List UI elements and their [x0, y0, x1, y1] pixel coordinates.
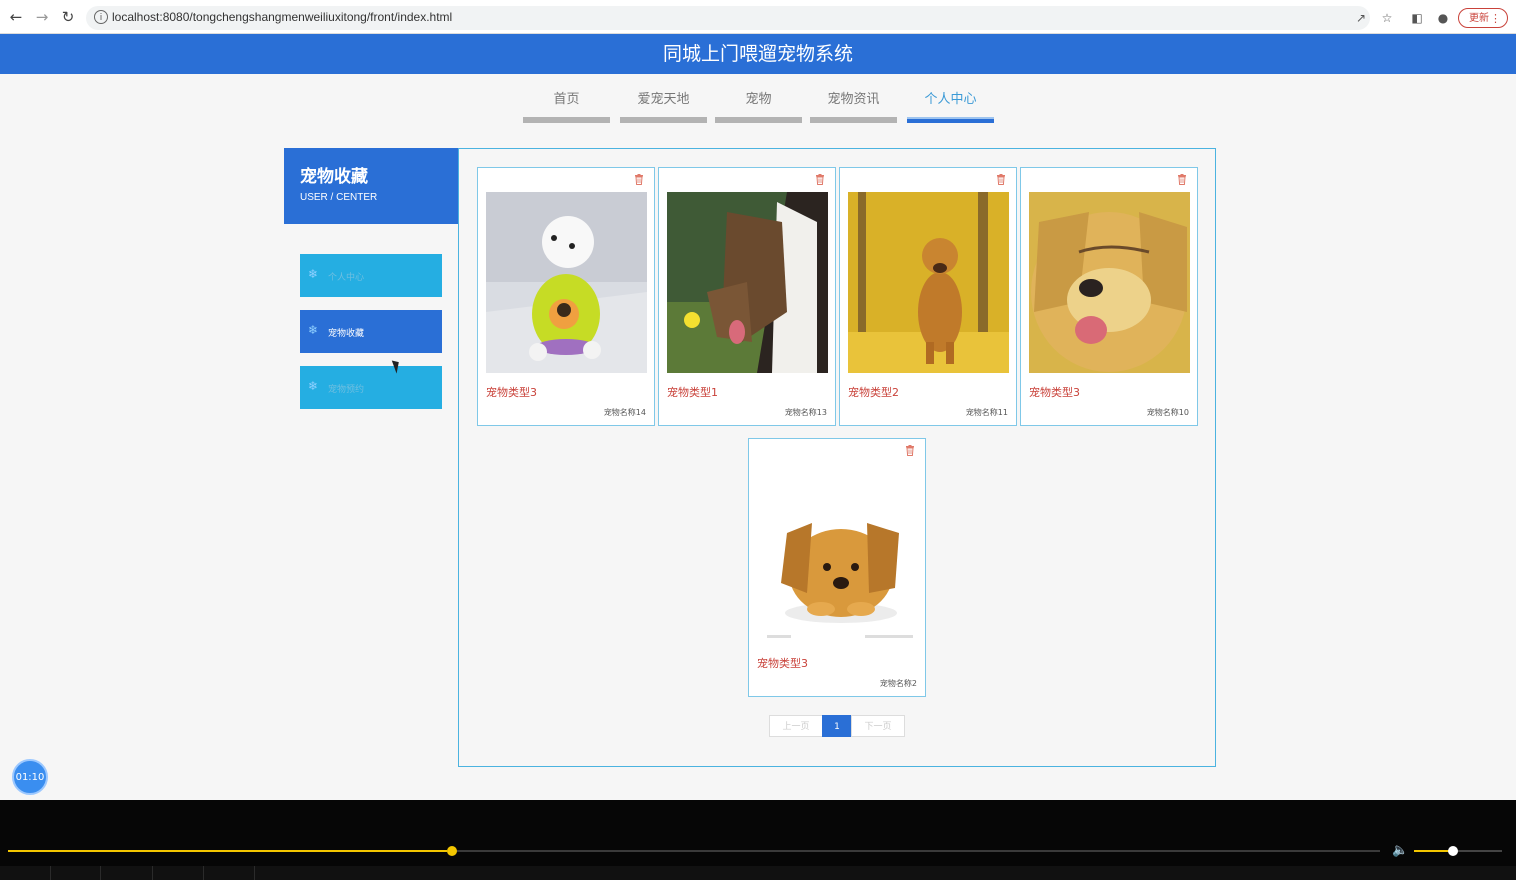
sidebar-title: 宠物收藏: [300, 167, 368, 187]
volume-icon[interactable]: 🔈: [1392, 843, 1408, 858]
browser-toolbar: ← → ↻ i localhost:8080/tongchengshangmen…: [0, 0, 1516, 34]
seek-handle[interactable]: [447, 846, 457, 856]
star-icon[interactable]: ☆: [1380, 11, 1394, 25]
web-page: 同城上门喂遛宠物系统 首页 爱宠天地 宠物 宠物资讯 个人中心 宠物收藏 USE…: [0, 34, 1516, 800]
pet-photo-golden-puppy[interactable]: [757, 463, 918, 644]
address-bar[interactable]: i localhost:8080/tongchengshangmenweiliu…: [86, 6, 1370, 30]
player-controls-row: [0, 866, 1516, 880]
seek-bar-progress: [8, 850, 448, 852]
volume-level: [1414, 850, 1450, 852]
pet-photo-golden-retriever-autumn[interactable]: [848, 192, 1009, 373]
pet-type-label: 宠物类型3: [486, 386, 537, 399]
pet-name-label: 宠物名称11: [965, 408, 1008, 417]
update-label: 更新: [1469, 13, 1489, 24]
forward-arrow-icon[interactable]: →: [34, 9, 50, 25]
pet-card[interactable]: 宠物类型3 宠物名称14: [477, 167, 655, 426]
sidebar-header: 宠物收藏 USER / CENTER: [284, 148, 458, 224]
pet-card[interactable]: 宠物类型3 宠物名称2: [748, 438, 926, 697]
trash-icon[interactable]: [996, 174, 1006, 185]
volume-slider[interactable]: [1414, 850, 1502, 852]
pet-type-label: 宠物类型3: [1029, 386, 1080, 399]
sidebar-subtitle: USER / CENTER: [300, 192, 378, 203]
seek-bar[interactable]: [8, 850, 1380, 852]
side-panel-icon[interactable]: ◧: [1410, 11, 1424, 25]
trash-icon[interactable]: [634, 174, 644, 185]
reload-icon[interactable]: ↻: [60, 9, 76, 25]
snowflake-icon: ❄: [308, 323, 319, 337]
back-arrow-icon[interactable]: ←: [8, 9, 24, 25]
pet-type-label: 宠物类型1: [667, 386, 718, 399]
prev-page-button[interactable]: 上一页: [769, 715, 823, 737]
snowflake-icon: ❄: [308, 379, 319, 393]
tab-home[interactable]: 首页: [523, 92, 610, 124]
next-page-button[interactable]: 下一页: [851, 715, 905, 737]
site-title: 同城上门喂遛宠物系统: [662, 43, 853, 65]
pet-card[interactable]: 宠物类型1 宠物名称13: [658, 167, 836, 426]
trash-icon[interactable]: [815, 174, 825, 185]
pet-name-label: 宠物名称2: [879, 679, 917, 688]
menu-dots-icon[interactable]: ⋮: [1490, 9, 1501, 29]
sidebar-item-user-center[interactable]: ❄ 个人中心: [300, 254, 442, 297]
update-button[interactable]: 更新 ⋮: [1458, 8, 1508, 28]
tab-pet-world[interactable]: 爱宠天地: [620, 92, 707, 124]
trash-icon[interactable]: [905, 445, 915, 456]
favorites-panel: 宠物类型3 宠物名称14 宠物类型1 宠物名称13 宠物类型2 宠物名称11 宠…: [458, 148, 1216, 767]
pet-type-label: 宠物类型3: [757, 657, 808, 670]
sidebar-item-pet-favorites[interactable]: ❄ 宠物收藏: [300, 310, 442, 353]
profile-avatar-icon[interactable]: ●: [1436, 11, 1450, 25]
video-player-bar: 🔈: [0, 800, 1516, 880]
page-1-button[interactable]: 1: [822, 715, 852, 737]
snowflake-icon: ❄: [308, 267, 319, 281]
pet-photo-smiling-golden-retriever[interactable]: [1029, 192, 1190, 373]
trash-icon[interactable]: [1177, 174, 1187, 185]
tab-pet-news[interactable]: 宠物资讯: [810, 92, 897, 124]
share-icon[interactable]: ↗: [1354, 11, 1368, 25]
url-text: localhost:8080/tongchengshangmenweiliuxi…: [112, 10, 453, 24]
pet-card[interactable]: 宠物类型3 宠物名称10: [1020, 167, 1198, 426]
pet-photo-white-poodle[interactable]: [486, 192, 647, 373]
recording-timer-badge: 01:10: [12, 759, 48, 795]
pet-card[interactable]: 宠物类型2 宠物名称11: [839, 167, 1017, 426]
tab-user-center[interactable]: 个人中心: [907, 92, 994, 124]
pet-photo-collie[interactable]: [667, 192, 828, 373]
pet-name-label: 宠物名称13: [784, 408, 827, 417]
sidebar-item-pet-booking[interactable]: ❄ 宠物预约: [300, 366, 442, 409]
pet-name-label: 宠物名称10: [1146, 408, 1189, 417]
volume-handle[interactable]: [1448, 846, 1458, 856]
site-info-icon[interactable]: i: [94, 10, 108, 24]
pet-type-label: 宠物类型2: [848, 386, 899, 399]
site-header: 同城上门喂遛宠物系统: [0, 34, 1516, 74]
pet-name-label: 宠物名称14: [603, 408, 646, 417]
tab-pets[interactable]: 宠物: [715, 92, 802, 124]
